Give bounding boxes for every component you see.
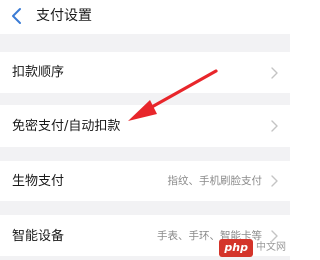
back-button[interactable] xyxy=(4,3,30,29)
section-divider xyxy=(0,34,290,52)
section-divider xyxy=(0,93,290,105)
settings-item-label: 扣款顺序 xyxy=(12,65,65,80)
settings-item-deduct-order[interactable]: 扣款顺序 xyxy=(0,52,290,93)
settings-item-biometric-pay[interactable]: 生物支付 指纹、手机刷脸支付 xyxy=(0,161,290,201)
top-bar: 支付设置 xyxy=(0,0,290,34)
section-divider xyxy=(0,147,290,161)
watermark-badge: php xyxy=(219,239,253,257)
chevron-right-icon xyxy=(271,175,278,187)
settings-item-label: 智能设备 xyxy=(12,229,65,244)
settings-item-hint: 指纹、手机刷脸支付 xyxy=(167,175,263,187)
settings-item-passwordless-autopay[interactable]: 免密支付/自动扣款 xyxy=(0,105,290,147)
section-divider xyxy=(0,201,290,215)
page-title: 支付设置 xyxy=(36,8,92,24)
chevron-right-icon xyxy=(271,67,278,79)
watermark-text: 中文网 xyxy=(256,242,286,253)
settings-item-label: 生物支付 xyxy=(12,174,65,189)
settings-item-label: 免密支付/自动扣款 xyxy=(12,119,121,134)
watermark-logo: php 中文网 xyxy=(219,238,286,258)
chevron-left-icon xyxy=(12,8,21,24)
chevron-right-icon xyxy=(271,120,278,132)
